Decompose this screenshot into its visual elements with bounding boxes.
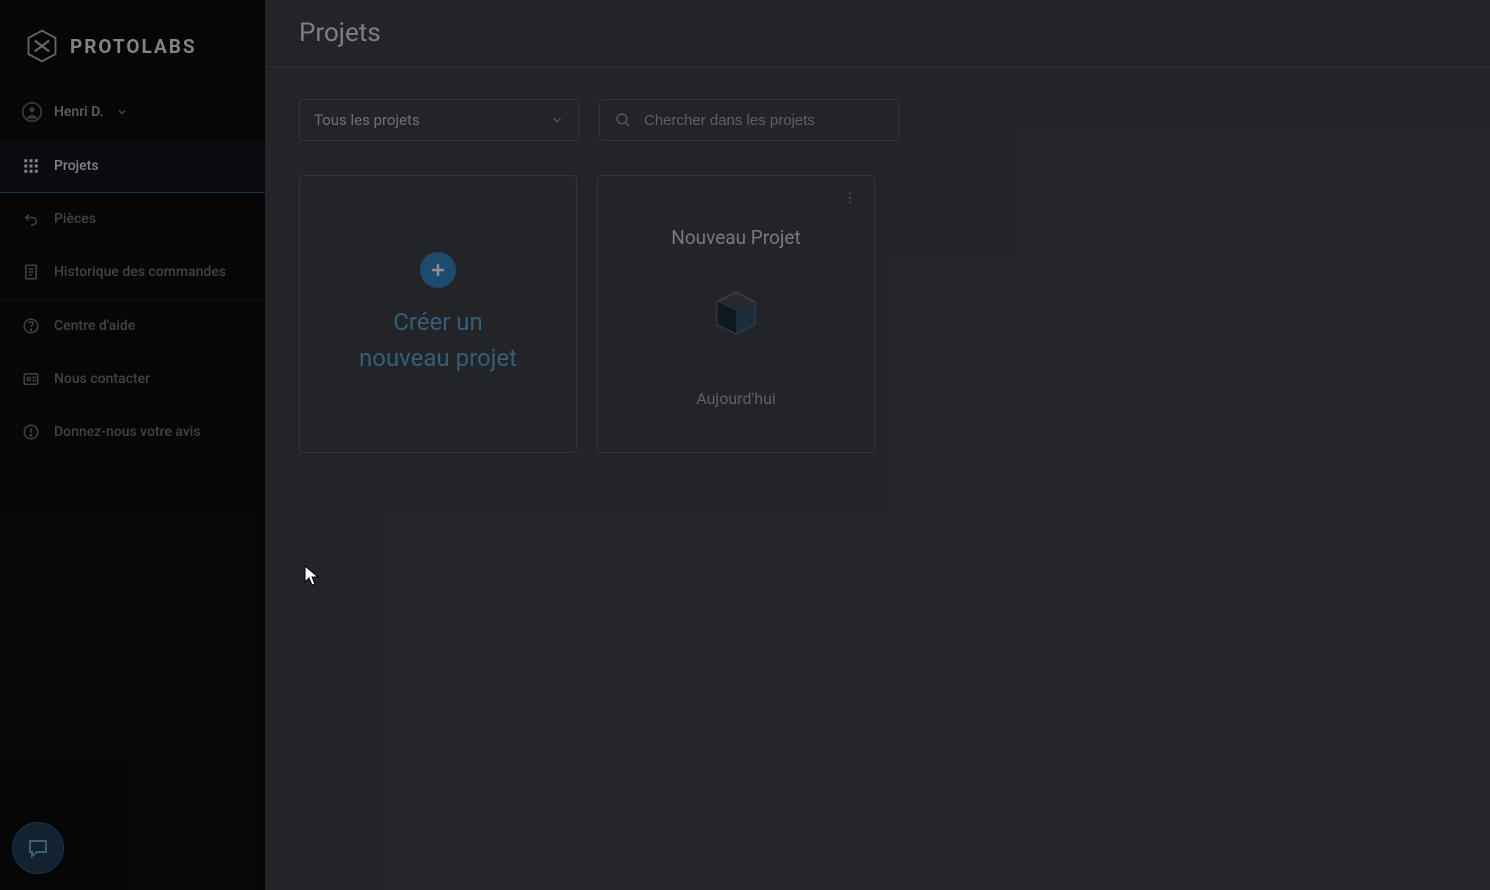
grid-icon <box>22 157 40 175</box>
sidebar-item-pieces[interactable]: Pièces <box>0 193 265 246</box>
protolabs-logo-icon <box>24 28 60 64</box>
sidebar: PROTOLABS Henri D. Projets <box>0 0 265 890</box>
chevron-down-icon <box>116 106 128 118</box>
main-content: Projets Tous les projets <box>265 0 1490 890</box>
user-icon <box>22 102 42 122</box>
sidebar-item-label: Historique des commandes <box>54 264 226 280</box>
project-card-menu[interactable] <box>840 188 860 208</box>
sidebar-item-aide[interactable]: Centre d'aide <box>0 300 265 353</box>
receipt-icon <box>22 263 40 281</box>
search-icon <box>614 111 632 129</box>
search-box[interactable] <box>599 99 899 141</box>
sidebar-item-projets[interactable]: Projets <box>0 140 265 193</box>
more-vertical-icon <box>842 190 858 206</box>
page-header: Projets <box>265 0 1490 67</box>
brand-name: PROTOLABS <box>70 35 197 58</box>
sidebar-item-label: Nous contacter <box>54 371 150 387</box>
user-menu[interactable]: Henri D. <box>0 84 265 140</box>
sidebar-item-feedback[interactable]: Donnez-nous votre avis <box>0 406 265 459</box>
project-filter-select[interactable]: Tous les projets <box>299 99 579 141</box>
user-display-name: Henri D. <box>54 104 104 120</box>
chat-icon <box>26 836 50 860</box>
toolbar: Tous les projets <box>265 67 1490 141</box>
search-input[interactable] <box>644 112 884 129</box>
help-icon <box>22 317 40 335</box>
page-title: Projets <box>299 18 1456 48</box>
chat-fab[interactable] <box>12 822 64 874</box>
project-title: Nouveau Projet <box>671 226 800 249</box>
contact-icon <box>22 370 40 388</box>
plus-circle-icon <box>420 252 456 288</box>
sidebar-item-historique[interactable]: Historique des commandes <box>0 246 265 299</box>
create-project-label: Créer un nouveau projet <box>358 304 518 376</box>
sidebar-item-label: Projets <box>54 158 99 174</box>
sidebar-item-label: Centre d'aide <box>54 318 135 334</box>
chevron-down-icon <box>550 113 564 127</box>
sidebar-item-label: Pièces <box>54 211 96 227</box>
project-date: Aujourd'hui <box>696 389 776 408</box>
undo-icon <box>22 210 40 228</box>
sidebar-item-contact[interactable]: Nous contacter <box>0 353 265 406</box>
brand-logo[interactable]: PROTOLABS <box>0 0 265 84</box>
cube-icon <box>708 285 764 341</box>
sidebar-item-label: Donnez-nous votre avis <box>54 424 201 440</box>
project-card[interactable]: Nouveau Projet Aujourd'hui <box>597 175 875 453</box>
feedback-icon <box>22 423 40 441</box>
project-cards: Créer un nouveau projet Nouveau Projet A… <box>265 141 1490 487</box>
create-project-card[interactable]: Créer un nouveau projet <box>299 175 577 453</box>
filter-value: Tous les projets <box>314 111 420 129</box>
